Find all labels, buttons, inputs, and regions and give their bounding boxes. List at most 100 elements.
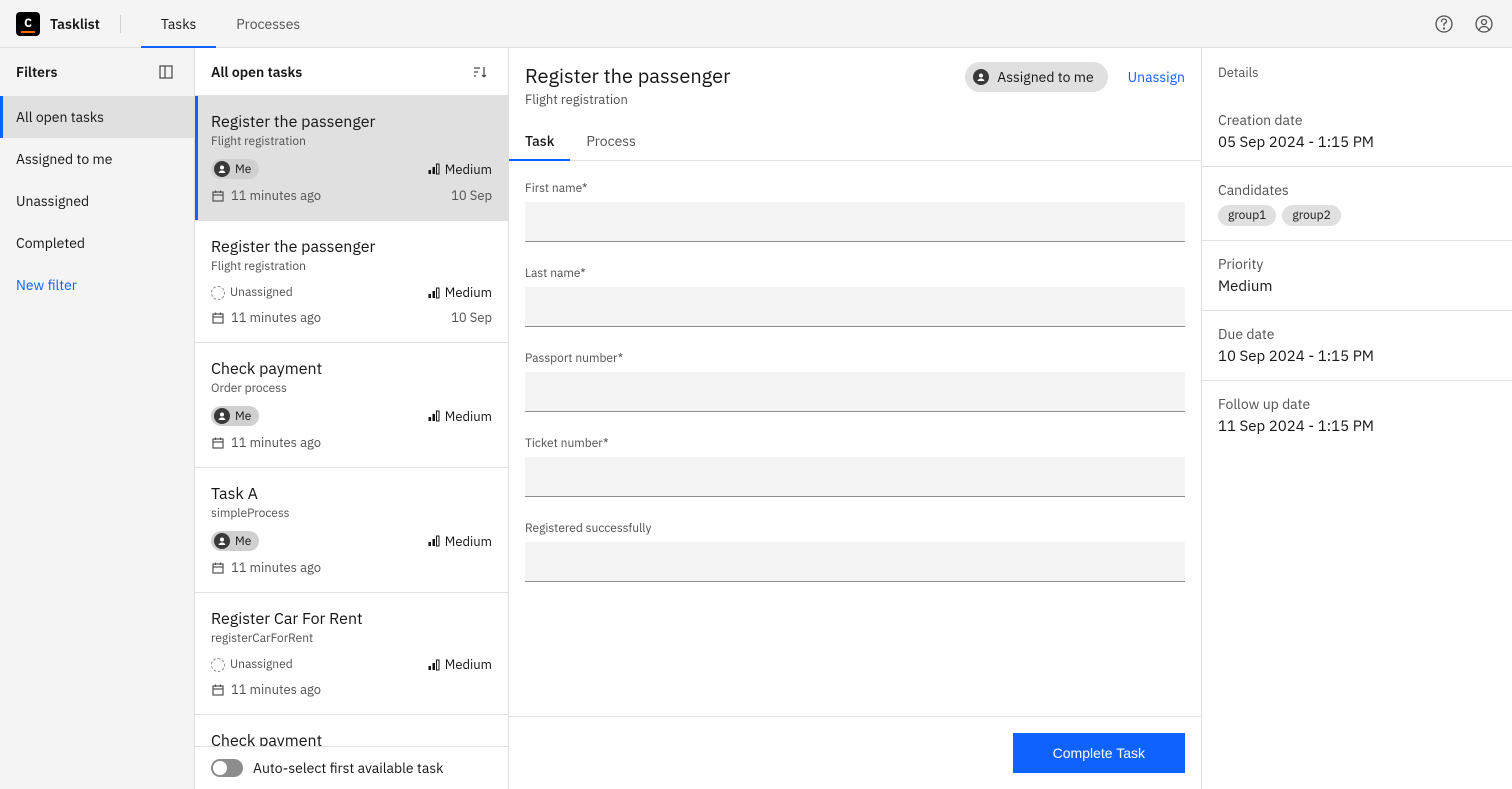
created-time: 11 minutes ago [211,309,321,326]
priority-badge: Medium [427,656,492,673]
task-list-title: All open tasks [211,63,302,81]
tab-process[interactable]: Process [570,122,651,160]
assignee-label: Unassigned [230,657,293,672]
created-time: 11 minutes ago [211,559,321,576]
task-detail-panel: Register the passenger Flight registrati… [509,48,1202,789]
assignee-label: Me [235,409,251,424]
task-title: Register the passenger [211,237,492,257]
task-subtitle: registerCarForRent [211,631,492,646]
task-subtitle: Flight registration [211,134,492,149]
task-title: Register the passenger [211,112,492,132]
nav-tab-processes[interactable]: Processes [216,0,320,48]
assigned-to-label: Assigned to me [997,68,1093,86]
app-header: C Tasklist Tasks Processes [0,0,1512,48]
bar-chart-icon [427,162,441,176]
calendar-icon [211,436,225,450]
user-profile-icon[interactable] [1472,12,1496,36]
assignee-label: Me [235,534,251,549]
detail-subtitle: Flight registration [525,91,730,108]
user-avatar-icon [214,533,230,549]
last-name-input[interactable] [525,287,1185,327]
due-date-label: Due date [1218,325,1496,343]
unassigned-icon [211,286,225,300]
follow-up-date-label: Follow up date [1218,395,1496,413]
assignee-chip-me: Me [211,159,259,179]
priority-badge: Medium [427,284,492,301]
due-date-value: 10 Sep 2024 - 1:15 PM [1218,347,1496,366]
due-date: 10 Sep [451,187,492,204]
task-card[interactable]: Task A simpleProcess Me Medium 11 minutes ag… [195,468,508,593]
task-subtitle: Flight registration [211,259,492,274]
created-time: 11 minutes ago [211,187,321,204]
sort-icon[interactable] [468,60,492,84]
creation-date-value: 05 Sep 2024 - 1:15 PM [1218,133,1496,152]
filter-assigned-me[interactable]: Assigned to me [0,138,194,180]
task-subtitle: simpleProcess [211,506,492,521]
priority-badge: Medium [427,161,492,178]
assignee-chip-me: Me [211,531,259,551]
help-icon[interactable] [1432,12,1456,36]
time-label: 11 minutes ago [231,559,321,576]
creation-date-label: Creation date [1218,111,1496,129]
created-time: 11 minutes ago [211,681,321,698]
follow-up-date-value: 11 Sep 2024 - 1:15 PM [1218,417,1496,436]
assignee-label: Unassigned [230,285,293,300]
user-avatar-icon [214,408,230,424]
registered-input[interactable] [525,542,1185,582]
task-title: Check payment [211,731,492,746]
priority-label: Priority [1218,255,1496,273]
ticket-input[interactable] [525,457,1185,497]
passport-input[interactable] [525,372,1185,412]
unassign-button[interactable]: Unassign [1128,68,1185,86]
task-card[interactable]: Register Car For Rent registerCarForRent U… [195,593,508,715]
filter-new[interactable]: New filter [0,264,194,306]
task-card[interactable]: Register the passenger Flight registratio… [195,221,508,343]
bar-chart-icon [427,286,441,300]
task-title: Task A [211,484,492,504]
priority-label: Medium [445,284,492,301]
unassigned-icon [211,658,225,672]
user-avatar-icon [214,161,230,177]
complete-task-button[interactable]: Complete Task [1013,733,1185,773]
assignee-chip-me: Me [211,406,259,426]
priority-label: Medium [445,161,492,178]
task-card[interactable]: Check paymentOrder processMeMedium11 min… [195,343,508,468]
assignee-chip-unassigned: Unassigned [211,657,293,672]
assigned-to-pill: Assigned to me [965,62,1107,92]
assignee-label: Me [235,162,251,177]
task-card[interactable]: Register the passenger Flight registratio… [195,96,508,221]
priority-badge: Medium [427,533,492,550]
first-name-input[interactable] [525,202,1185,242]
label-last-name: Last name* [525,266,1185,281]
auto-select-toggle[interactable] [211,759,243,777]
task-title: Register Car For Rent [211,609,492,629]
filter-completed[interactable]: Completed [0,222,194,264]
filters-panel: Filters All open tasks Assigned to me Un… [0,48,195,789]
task-card[interactable]: Check payment [195,715,508,746]
app-name: Tasklist [50,15,121,33]
label-ticket: Ticket number* [525,436,1185,451]
filters-title: Filters [16,63,57,81]
calendar-icon [211,683,225,697]
filter-all-open[interactable]: All open tasks [0,96,194,138]
filter-unassigned[interactable]: Unassigned [0,180,194,222]
task-list-body[interactable]: Register the passenger Flight registratio… [195,96,508,746]
bar-chart-icon [427,658,441,672]
auto-select-label: Auto-select first available task [253,759,444,777]
label-registered: Registered successfully [525,521,1185,536]
created-time: 11 minutes ago [211,434,321,451]
sidebar-title: Details [1202,48,1512,97]
time-label: 11 minutes ago [231,187,321,204]
bar-chart-icon [427,409,441,423]
priority-label: Medium [445,656,492,673]
time-label: 11 minutes ago [231,309,321,326]
nav-tab-tasks[interactable]: Tasks [141,0,216,48]
panel-collapse-icon[interactable] [154,60,178,84]
user-avatar-icon [973,69,989,85]
time-label: 11 minutes ago [231,434,321,451]
time-label: 11 minutes ago [231,681,321,698]
tab-task[interactable]: Task [509,122,570,160]
priority-label: Medium [445,533,492,550]
priority-badge: Medium [427,408,492,425]
app-logo: C [16,12,40,36]
